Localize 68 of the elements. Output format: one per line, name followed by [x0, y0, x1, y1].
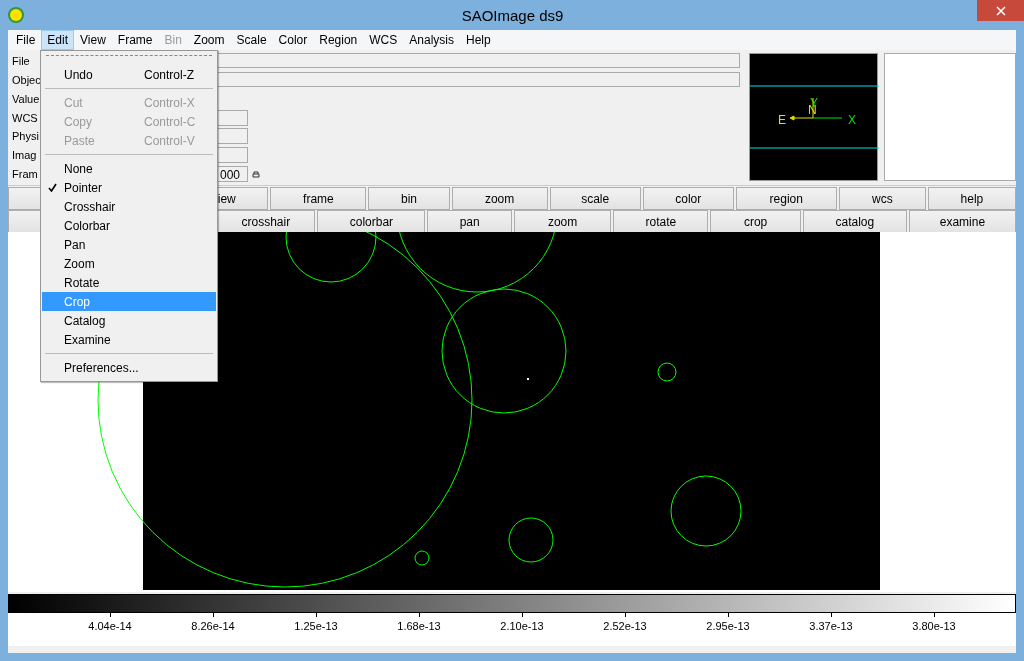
menu-entry[interactable]: Catalog	[42, 311, 216, 330]
tick-label: 3.37e-13	[809, 620, 853, 632]
menu-entry[interactable]: Rotate	[42, 273, 216, 292]
menu-label: Copy	[64, 114, 93, 129]
field-label: File	[12, 54, 30, 67]
menu-item[interactable]: Frame	[111, 30, 159, 50]
close-icon	[995, 5, 1006, 16]
toolbar-button[interactable]: rotate	[613, 210, 709, 233]
compass-drawing: Y N E X	[750, 54, 879, 182]
toolbar-button[interactable]: scale	[549, 187, 641, 210]
menu-item[interactable]: Region	[313, 30, 364, 50]
menu-entry[interactable]: Examine	[42, 330, 216, 349]
menu-label: Cut	[64, 95, 84, 110]
menu-label: Preferences...	[64, 360, 140, 375]
toolbar-button[interactable]: zoom	[513, 210, 612, 233]
region-circle	[657, 362, 677, 382]
toolbar-button[interactable]: help	[927, 187, 1016, 210]
menu-item[interactable]: Analysis	[403, 30, 460, 50]
toolbar-button[interactable]: pan	[427, 210, 512, 233]
shortcut-label: Control-X	[144, 95, 195, 110]
field-label: Physi	[12, 130, 39, 143]
toolbar-button[interactable]: zoom	[451, 187, 548, 210]
toolbar-button[interactable]: color	[642, 187, 734, 210]
tick-label: 1.25e-13	[294, 620, 338, 632]
tick-label: 2.10e-13	[500, 620, 544, 632]
toolbar-button[interactable]: wcs	[838, 187, 926, 210]
toolbar-button[interactable]: colorbar	[317, 210, 426, 233]
window-title: SAOImage ds9	[460, 6, 565, 24]
menu-label: Paste	[64, 133, 96, 148]
field-label: WCS	[12, 111, 38, 124]
menu-item[interactable]: File	[10, 30, 42, 50]
toolbar-button[interactable]: region	[735, 187, 837, 210]
menu-entry[interactable]: Zoom	[42, 254, 216, 273]
lock-icon	[252, 170, 260, 179]
menu-item[interactable]: Zoom	[187, 30, 231, 50]
toolbar-button[interactable]: crop	[710, 210, 801, 233]
field-label: Value	[12, 92, 40, 105]
toolbar-button[interactable]: bin	[368, 187, 450, 210]
menu-label: Undo	[64, 67, 94, 82]
close-button[interactable]	[977, 0, 1024, 21]
menu-entry[interactable]: Colorbar	[42, 216, 216, 235]
tick-label: 3.80e-13	[912, 620, 956, 632]
field-label: Imag	[12, 149, 37, 162]
shortcut-label: Control-V	[144, 133, 195, 148]
field-label: Fram	[12, 168, 38, 181]
menu-item[interactable]: Help	[459, 30, 497, 50]
sun-icon	[6, 5, 26, 25]
tick-label: 4.04e-14	[88, 620, 132, 632]
menu-item[interactable]: View	[74, 30, 112, 50]
toolbar-button[interactable]: examine	[908, 210, 1016, 233]
tick-label: 2.52e-13	[603, 620, 647, 632]
menu-entry[interactable]: Pan	[42, 235, 216, 254]
menu-item[interactable]: Color	[272, 30, 314, 50]
toolbar-button[interactable]: frame	[270, 187, 367, 210]
tick-label: 2.95e-13	[706, 620, 750, 632]
region-circle	[508, 517, 554, 563]
toolbar-button[interactable]: catalog	[802, 210, 907, 233]
shortcut-label: Control-Z	[144, 67, 194, 82]
tick-label: 1.68e-13	[397, 620, 441, 632]
shortcut-label: Control-C	[144, 114, 196, 129]
menu-item[interactable]: WCS	[363, 30, 404, 50]
region-circle	[670, 475, 742, 547]
menu-item[interactable]: Scale	[230, 30, 273, 50]
menu-entry[interactable]: Preferences...	[42, 358, 216, 377]
tick-label: 8.26e-14	[191, 620, 235, 632]
menu-entry[interactable]: Undo Control-Z	[42, 65, 216, 84]
menu-item[interactable]: Edit	[41, 30, 75, 50]
field-label: Objec	[12, 73, 41, 86]
